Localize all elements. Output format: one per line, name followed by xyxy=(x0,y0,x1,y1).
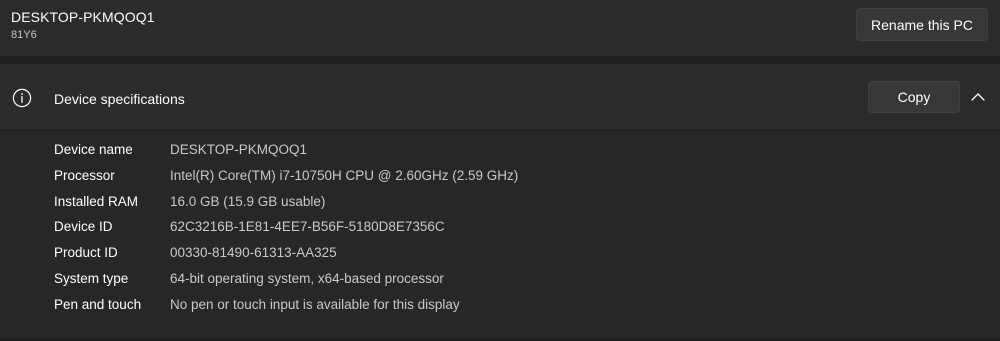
settings-about-page: DESKTOP-PKMQOQ1 81Y6 Rename this PC Devi… xyxy=(0,0,1000,341)
spec-value: 64-bit operating system, x64-based proce… xyxy=(170,270,444,286)
spec-row-system-type: System type 64-bit operating system, x64… xyxy=(0,271,1000,297)
spec-value: 16.0 GB (15.9 GB usable) xyxy=(170,193,326,209)
spec-value: DESKTOP-PKMQOQ1 xyxy=(170,142,308,157)
device-specifications-panel: Device specifications Copy Device name D… xyxy=(0,64,1000,341)
spec-row-installed-ram: Installed RAM 16.0 GB (15.9 GB usable) xyxy=(0,194,1000,220)
rename-pc-button[interactable]: Rename this PC xyxy=(856,8,988,41)
spec-label: Product ID xyxy=(54,245,118,261)
spec-row-pen-and-touch: Pen and touch No pen or touch input is a… xyxy=(0,297,1000,323)
spec-row-product-id: Product ID 00330-81490-61313-AA325 xyxy=(0,245,1000,271)
copy-button[interactable]: Copy xyxy=(868,81,960,113)
chevron-up-icon[interactable] xyxy=(970,90,986,104)
spec-label: Pen and touch xyxy=(54,296,142,312)
pc-model: 81Y6 xyxy=(11,29,37,41)
device-specifications-header[interactable]: Device specifications Copy xyxy=(0,64,1000,131)
spec-label: Device name xyxy=(54,142,133,157)
spec-value: 62C3216B-1E81-4EE7-B56F-5180D8E7356C xyxy=(170,219,445,235)
specification-list: Device name DESKTOP-PKMQOQ1 Processor In… xyxy=(0,142,1000,323)
device-specifications-title: Device specifications xyxy=(54,91,185,107)
spec-row-device-id: Device ID 62C3216B-1E81-4EE7-B56F-5180D8… xyxy=(0,219,1000,245)
spec-label: Device ID xyxy=(54,219,113,235)
spec-value: No pen or touch input is available for t… xyxy=(170,296,460,312)
spec-label: System type xyxy=(54,270,129,286)
pc-name: DESKTOP-PKMQOQ1 xyxy=(11,9,155,25)
spec-value: 00330-81490-61313-AA325 xyxy=(170,245,337,261)
pc-name-card: DESKTOP-PKMQOQ1 81Y6 Rename this PC xyxy=(0,0,1000,57)
spec-row-processor: Processor Intel(R) Core(TM) i7-10750H CP… xyxy=(0,168,1000,194)
spec-label: Processor xyxy=(54,167,115,183)
spec-label: Installed RAM xyxy=(54,193,139,209)
info-icon xyxy=(12,88,32,108)
spec-row-device-name: Device name DESKTOP-PKMQOQ1 xyxy=(0,142,1000,168)
spec-value: Intel(R) Core(TM) i7-10750H CPU @ 2.60GH… xyxy=(170,167,519,183)
